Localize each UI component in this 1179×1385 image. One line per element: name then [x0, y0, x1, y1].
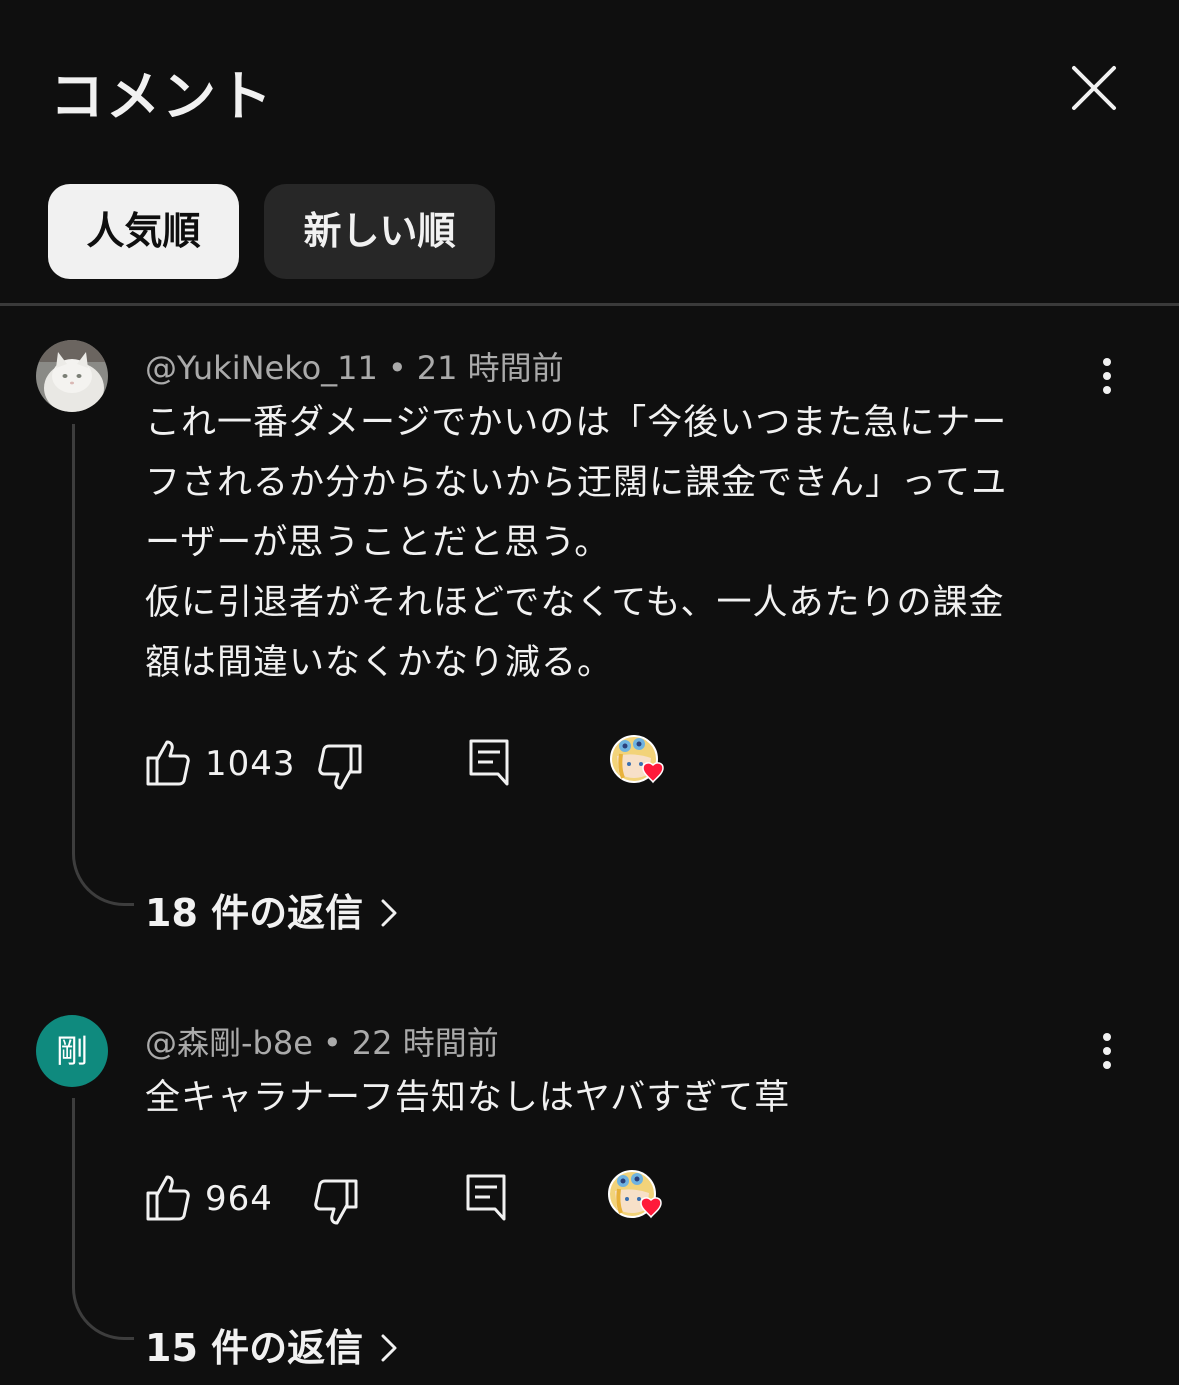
- creator-heart-icon: [608, 1170, 662, 1219]
- dislike-button[interactable]: [317, 742, 363, 796]
- creator-heart: [609, 734, 673, 790]
- comments-panel: コメント 人気順 新しい順 @YukiNeko_11 • 21 時間前 これ一番…: [0, 0, 1179, 1385]
- close-icon: [1072, 66, 1116, 110]
- comment-text: これ一番ダメージでかいのは「今後いつまた急にナー フされるか分からないから迂闊に…: [145, 403, 1008, 683]
- comment-author[interactable]: @YukiNeko_11: [145, 349, 378, 387]
- panel-header: コメント: [0, 0, 1179, 180]
- avatar[interactable]: 剛: [36, 1015, 108, 1087]
- thumb-up-icon: [146, 740, 190, 786]
- like-button[interactable]: [145, 1173, 191, 1227]
- reply-button[interactable]: [465, 1173, 507, 1227]
- chevron-right-icon: [381, 899, 397, 926]
- comment-author[interactable]: @森剛-b8e: [145, 1024, 313, 1062]
- replies-label: 15 件の返信: [145, 1326, 364, 1370]
- comment-actions: 1043: [145, 735, 705, 798]
- like-button[interactable]: [145, 738, 191, 792]
- panel-title: コメント: [50, 65, 274, 128]
- chevron-right-icon: [381, 1334, 397, 1361]
- dislike-button[interactable]: [313, 1177, 359, 1231]
- comment-icon: [469, 739, 509, 786]
- thread-line: [72, 424, 134, 906]
- comment-icon: [466, 1174, 506, 1221]
- like-count: 964: [205, 1179, 273, 1219]
- comment-time: 21 時間前: [416, 349, 564, 387]
- view-replies-button[interactable]: 15 件の返信: [145, 1317, 399, 1372]
- reply-button[interactable]: [468, 738, 510, 792]
- divider: [0, 303, 1179, 306]
- sort-chip-popular[interactable]: 人気順: [48, 184, 239, 279]
- comment-meta: @YukiNeko_11 • 21 時間前: [145, 343, 564, 389]
- comment-time: 22 時間前: [351, 1024, 499, 1062]
- thumb-up-icon: [146, 1175, 190, 1221]
- replies-label: 18 件の返信: [145, 891, 364, 935]
- thumb-down-icon: [318, 744, 362, 790]
- like-count: 1043: [205, 744, 296, 784]
- thread-line: [72, 1098, 134, 1340]
- avatar[interactable]: [36, 340, 108, 412]
- creator-heart-icon: [610, 735, 664, 784]
- view-replies-button[interactable]: 18 件の返信: [145, 882, 399, 937]
- comment-actions: 964: [145, 1170, 705, 1233]
- meta-separator: •: [322, 1024, 342, 1062]
- meta-separator: •: [387, 349, 407, 387]
- sort-chip-newest[interactable]: 新しい順: [264, 184, 495, 279]
- close-button[interactable]: [1066, 60, 1122, 116]
- comment-meta: @森剛-b8e • 22 時間前: [145, 1018, 499, 1064]
- cat-avatar-icon: [36, 340, 108, 412]
- comment-text: 全キャラナーフ告知なしはヤバすぎて草: [145, 1078, 791, 1118]
- thumb-down-icon: [314, 1179, 358, 1225]
- creator-heart: [607, 1169, 671, 1225]
